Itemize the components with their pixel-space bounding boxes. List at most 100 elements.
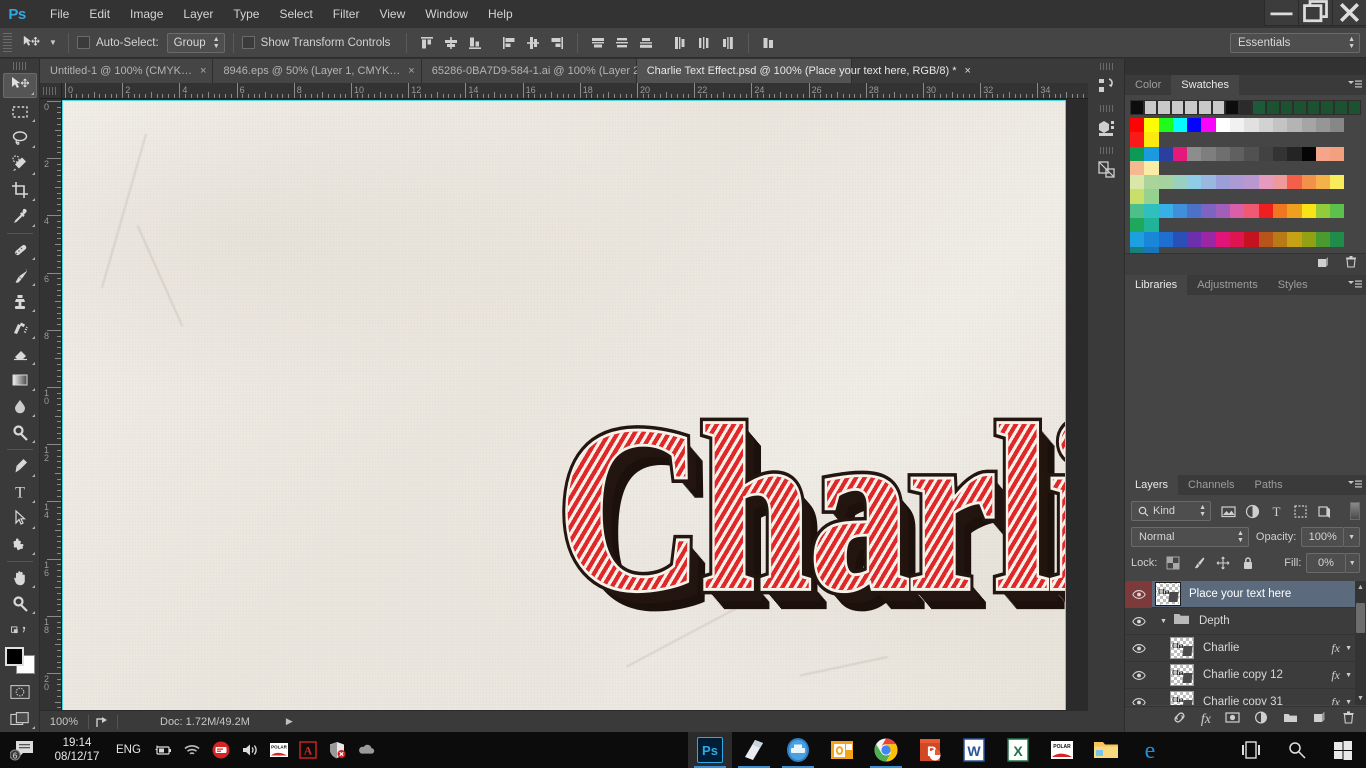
- horizontal-ruler[interactable]: 0 2 4 6 8 10 12 14 16 18 20 22 24 26 28 30 32 34: [62, 83, 1088, 99]
- close-button[interactable]: [1332, 0, 1366, 26]
- swatch-preset[interactable]: [1333, 100, 1348, 115]
- scrollbar-thumb[interactable]: [1356, 603, 1365, 633]
- swatch-color[interactable]: [1187, 203, 1202, 219]
- layer-list[interactable]: Cha Place your text here ▼ Depth Cha Charlie f…: [1125, 581, 1366, 705]
- delete-layer-icon[interactable]: [1341, 710, 1356, 730]
- swatch-color[interactable]: [1187, 175, 1202, 190]
- history-panel-button[interactable]: [1088, 61, 1125, 103]
- taskbar-app-powerpoint[interactable]: P: [908, 732, 952, 768]
- status-info-arrow-icon[interactable]: ▶: [286, 716, 293, 727]
- swatch-color[interactable]: [1258, 203, 1273, 219]
- foreground-color-swatch[interactable]: [4, 646, 24, 666]
- layer-name[interactable]: Charlie copy 31: [1203, 696, 1283, 705]
- menu-filter[interactable]: Filter: [323, 3, 370, 25]
- taskbar-app-word[interactable]: W: [952, 732, 996, 768]
- swatch-preset[interactable]: [1143, 100, 1158, 115]
- layer-row[interactable]: Cha Charlie copy 12 fx ▼: [1125, 662, 1366, 689]
- tab-libraries[interactable]: Libraries: [1125, 275, 1188, 295]
- swatch-color[interactable]: [1158, 203, 1173, 219]
- taskbar-app-notepad[interactable]: [732, 732, 776, 768]
- layer-thumbnail[interactable]: Cha: [1170, 664, 1194, 686]
- swatch-color[interactable]: [1187, 232, 1202, 247]
- eraser-tool[interactable]: [3, 342, 37, 367]
- tab-channels[interactable]: Channels: [1178, 475, 1245, 495]
- swatch-color[interactable]: [1144, 175, 1159, 190]
- foreground-background-color-swatch[interactable]: [4, 646, 35, 674]
- menu-view[interactable]: View: [369, 3, 415, 25]
- layer-thumbnail[interactable]: Cha: [1170, 637, 1194, 659]
- swatch-color[interactable]: [1187, 146, 1202, 161]
- scroll-up-arrow-icon[interactable]: ▲: [1357, 584, 1364, 591]
- swatch-color[interactable]: [1144, 132, 1159, 147]
- swatch-color[interactable]: [1315, 175, 1331, 190]
- fill-dropdown-caret-icon[interactable]: ▼: [1345, 553, 1360, 573]
- swatch-color[interactable]: [1144, 160, 1159, 176]
- swatch-preset[interactable]: [1197, 100, 1212, 115]
- swatch-color[interactable]: [1172, 232, 1188, 247]
- distribute-bottom-icon[interactable]: [634, 32, 658, 54]
- swatch-color[interactable]: [1130, 189, 1145, 204]
- properties-icon[interactable]: [1091, 155, 1123, 185]
- layer-row[interactable]: Cha Charlie fx ▼: [1125, 635, 1366, 662]
- swatch-color[interactable]: [1201, 146, 1216, 161]
- layer-visibility-toggle[interactable]: [1125, 689, 1152, 705]
- tab-swatches[interactable]: Swatches: [1171, 75, 1239, 95]
- layer-list-scrollbar[interactable]: ▲ ▼: [1355, 581, 1366, 705]
- align-right-edges-icon[interactable]: [545, 32, 569, 54]
- scroll-down-arrow-icon[interactable]: ▼: [1357, 695, 1364, 702]
- security-shield-icon[interactable]: [327, 740, 347, 760]
- delete-swatch-icon[interactable]: [1344, 255, 1358, 274]
- new-adjustment-layer-icon[interactable]: [1254, 710, 1269, 730]
- messages-tray-icon[interactable]: 6: [0, 732, 46, 768]
- workspace-switcher[interactable]: Essentials ▲ ▼: [1230, 32, 1360, 53]
- shape-layer-filter-icon[interactable]: [1293, 504, 1308, 519]
- swatch-color[interactable]: [1330, 175, 1345, 190]
- type-layer-filter-icon[interactable]: T: [1269, 504, 1284, 519]
- tab-color[interactable]: Color: [1125, 75, 1172, 95]
- swatch-preset[interactable]: [1347, 100, 1362, 115]
- crop-tool[interactable]: [3, 178, 37, 203]
- swatch-color[interactable]: [1258, 232, 1273, 247]
- document-tab-untitled1[interactable]: Untitled-1 @ 100% (CMYK… ×: [40, 59, 214, 83]
- swatch-color[interactable]: [1272, 203, 1288, 219]
- adjustment-layer-filter-icon[interactable]: [1245, 504, 1260, 519]
- swatch-preset[interactable]: [1293, 100, 1307, 115]
- swatch-color[interactable]: [1201, 118, 1216, 133]
- swatch-preset[interactable]: [1265, 100, 1280, 115]
- taskbar-app-outlook[interactable]: [820, 732, 864, 768]
- screen-mode-button[interactable]: [3, 706, 37, 731]
- swatch-color[interactable]: [1301, 203, 1316, 219]
- swatch-color[interactable]: [1258, 146, 1273, 161]
- tab-styles[interactable]: Styles: [1267, 275, 1318, 295]
- panel-menu-icon[interactable]: [1348, 479, 1362, 491]
- swatch-color[interactable]: [1272, 118, 1288, 133]
- document-tab-charlie-text-effect[interactable]: Charlie Text Effect.psd @ 100% (Place yo…: [636, 59, 971, 83]
- adobe-reader-icon[interactable]: A: [298, 740, 318, 760]
- swatch-preset[interactable]: [1211, 100, 1226, 115]
- rectangular-marquee-tool[interactable]: [3, 99, 37, 124]
- distribute-left-icon[interactable]: [668, 32, 692, 54]
- align-top-edges-icon[interactable]: [415, 32, 439, 54]
- swatch-color[interactable]: [1315, 203, 1331, 219]
- swatch-color[interactable]: [1330, 232, 1345, 247]
- restore-button[interactable]: [1298, 0, 1332, 26]
- swatch-color[interactable]: [1287, 232, 1302, 247]
- swatch-color[interactable]: [1272, 175, 1288, 190]
- swatch-preset[interactable]: [1157, 100, 1171, 115]
- swatch-color[interactable]: [1301, 118, 1316, 133]
- swatch-preset[interactable]: [1225, 100, 1239, 115]
- show-transform-controls-checkbox[interactable]: [241, 36, 255, 49]
- swatch-color[interactable]: [1158, 146, 1173, 161]
- hand-tool[interactable]: [3, 565, 37, 590]
- opacity-dropdown-caret-icon[interactable]: ▼: [1344, 527, 1360, 547]
- auto-select-checkbox[interactable]: [77, 36, 90, 49]
- layer-row[interactable]: Cha Place your text here: [1125, 581, 1366, 608]
- dodge-tool[interactable]: [3, 420, 37, 445]
- vertical-ruler[interactable]: 0 2 4 6 8 10 12 14 16 18 20: [40, 99, 62, 715]
- 3d-icon[interactable]: [1091, 113, 1123, 143]
- custom-shape-tool[interactable]: [3, 532, 37, 557]
- layer-visibility-toggle[interactable]: [1125, 662, 1152, 689]
- layer-thumbnail[interactable]: Cha: [1155, 582, 1181, 606]
- ruler-corner[interactable]: [40, 83, 62, 99]
- swatch-color[interactable]: [1215, 118, 1231, 133]
